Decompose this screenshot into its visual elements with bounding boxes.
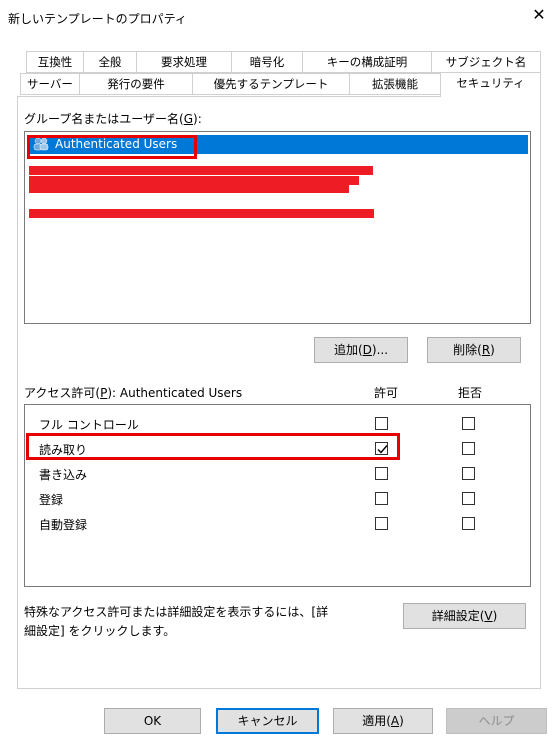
tab-security[interactable]: セキュリティ bbox=[440, 72, 541, 97]
tab-issuance-requirements[interactable]: 発行の要件 bbox=[79, 73, 193, 95]
advanced-note-line2: 細設定] をクリックします。 bbox=[24, 624, 176, 638]
highlight-box-read bbox=[26, 433, 400, 460]
allow-checkbox[interactable] bbox=[375, 492, 388, 505]
tab-cryptography[interactable]: 暗号化 bbox=[231, 51, 303, 73]
permissions-label: アクセス許可(P): Authenticated Users bbox=[24, 386, 243, 400]
deny-checkbox[interactable] bbox=[462, 517, 475, 530]
ok-button[interactable]: OK bbox=[104, 708, 201, 734]
permission-name: フル コントロール bbox=[39, 418, 139, 432]
advanced-note-line1: 特殊なアクセス許可または詳細設定を表示するには、[詳 bbox=[24, 605, 329, 619]
redacted-entry bbox=[29, 209, 374, 218]
tab-request-handling[interactable]: 要求処理 bbox=[136, 51, 232, 73]
permission-name: 自動登録 bbox=[39, 518, 88, 532]
permissions-list: フル コントロール 読み取り 書き込み 登録 自動登録 bbox=[24, 404, 531, 587]
redacted-entry bbox=[29, 184, 349, 193]
deny-column-header: 拒否 bbox=[458, 386, 483, 400]
allow-checkbox[interactable] bbox=[375, 467, 388, 480]
tab-general[interactable]: 全般 bbox=[83, 51, 137, 73]
allow-column-header: 許可 bbox=[374, 386, 399, 400]
help-button[interactable]: ヘルプ bbox=[446, 708, 547, 734]
allow-checkbox[interactable] bbox=[375, 517, 388, 530]
apply-button[interactable]: 適用(A) bbox=[333, 708, 433, 734]
allow-checkbox[interactable] bbox=[375, 417, 388, 430]
advanced-button[interactable]: 詳細設定(V) bbox=[403, 603, 526, 629]
cancel-button[interactable]: キャンセル bbox=[216, 708, 319, 734]
deny-checkbox[interactable] bbox=[462, 442, 475, 455]
permission-name: 書き込み bbox=[39, 468, 88, 482]
tab-server[interactable]: サーバー bbox=[20, 73, 80, 95]
deny-checkbox[interactable] bbox=[462, 492, 475, 505]
tab-subject-name[interactable]: サブジェクト名 bbox=[431, 51, 541, 73]
tab-compatibility[interactable]: 互換性 bbox=[26, 51, 84, 73]
highlight-box-user bbox=[27, 135, 197, 159]
tab-key-attestation[interactable]: キーの構成証明 bbox=[302, 51, 432, 73]
deny-checkbox[interactable] bbox=[462, 467, 475, 480]
close-icon[interactable]: ✕ bbox=[527, 4, 551, 26]
tab-superseded-templates[interactable]: 優先するテンプレート bbox=[192, 73, 350, 95]
permission-name: 登録 bbox=[39, 493, 64, 507]
group-user-list[interactable]: Authenticated Users bbox=[24, 131, 531, 324]
window-title: 新しいテンプレートのプロパティ bbox=[8, 12, 187, 26]
remove-button[interactable]: 削除(R) bbox=[427, 337, 521, 363]
add-button[interactable]: 追加(D)... bbox=[314, 337, 408, 363]
tab-extensions[interactable]: 拡張機能 bbox=[349, 73, 441, 95]
groups-label: グループ名またはユーザー名(G): bbox=[24, 112, 202, 126]
redacted-entry bbox=[29, 166, 373, 175]
deny-checkbox[interactable] bbox=[462, 417, 475, 430]
